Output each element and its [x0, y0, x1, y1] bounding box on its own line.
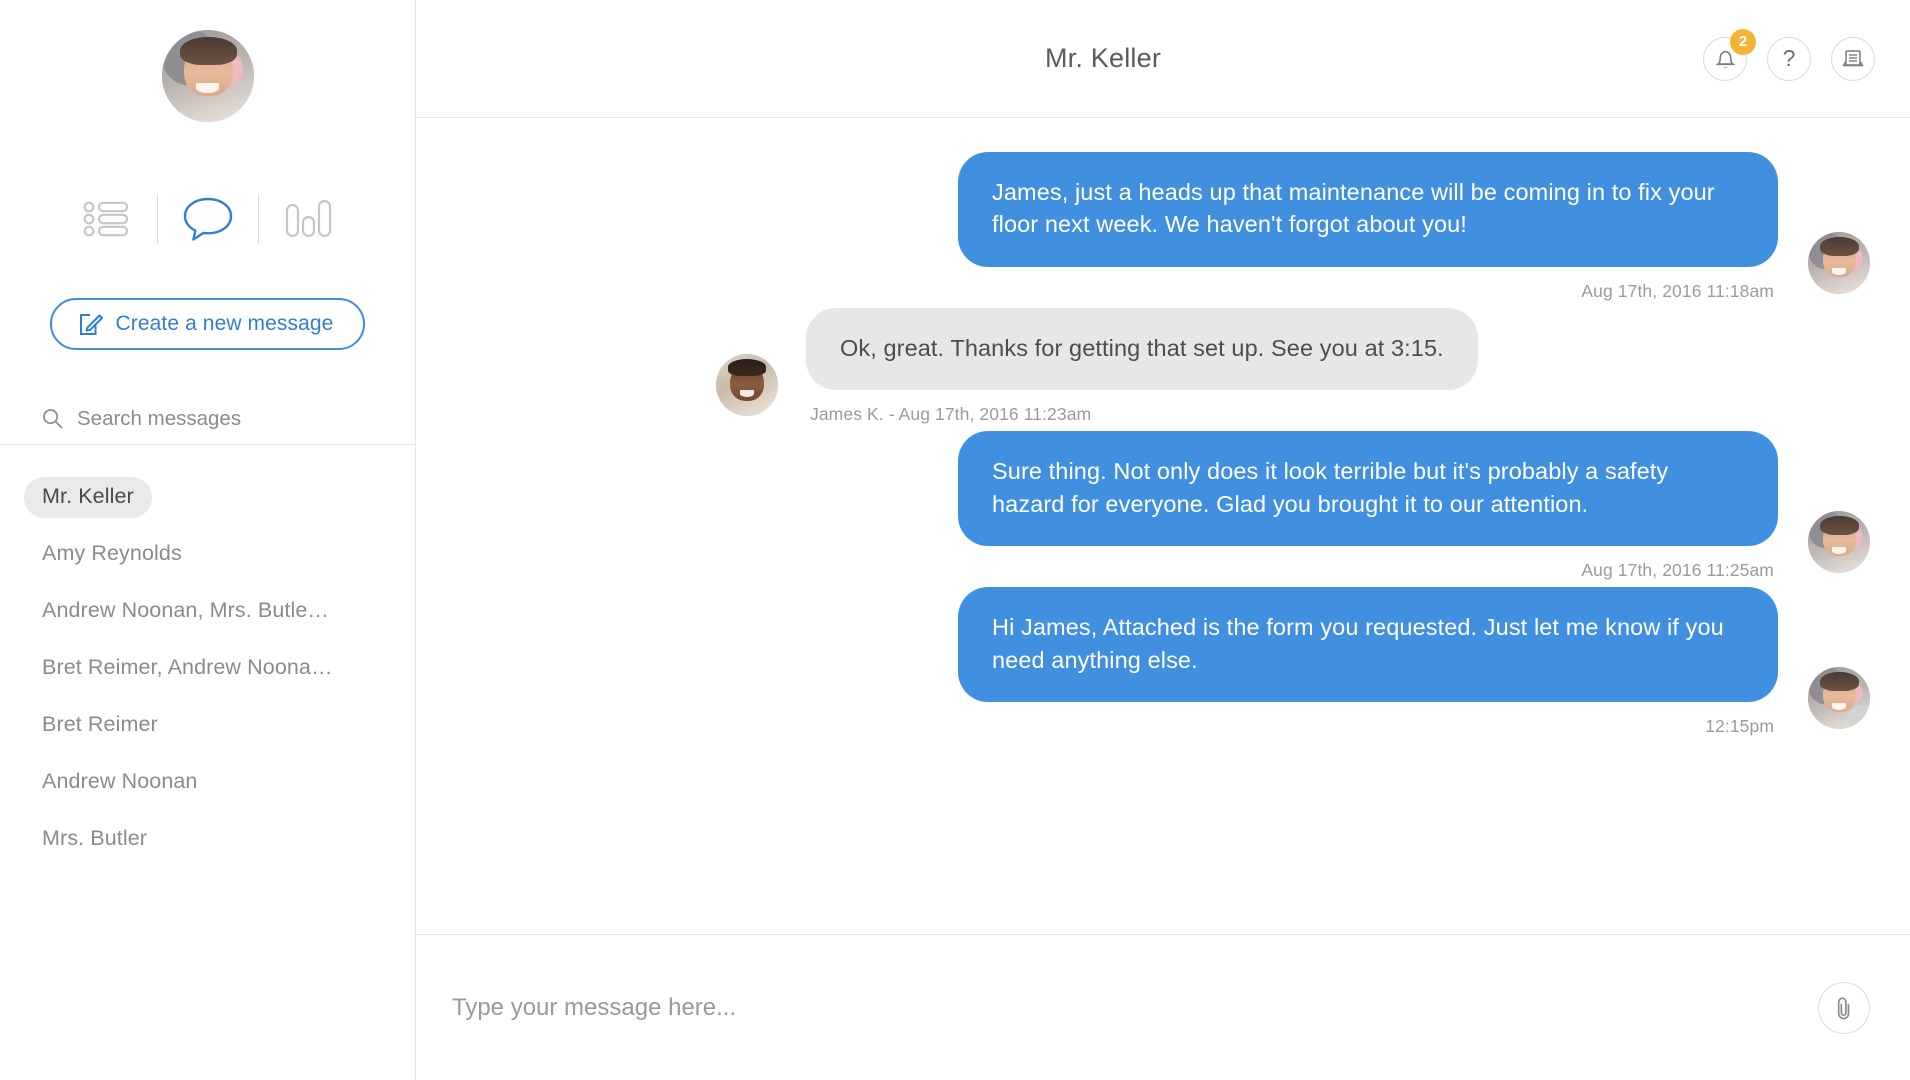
- create-new-message-label: Create a new message: [115, 312, 334, 335]
- search-messages-row[interactable]: [0, 393, 415, 445]
- list-icon: [83, 201, 128, 237]
- avatar[interactable]: [716, 353, 778, 416]
- help-button[interactable]: ?: [1767, 36, 1811, 81]
- list-item[interactable]: Andrew Noonan: [0, 754, 415, 811]
- conversation-name: Bret Reimer: [42, 712, 158, 736]
- app-root: Create a new message Mr. Keller Amy Reyn…: [0, 0, 1910, 1080]
- compose-area: Create a new message: [49, 298, 366, 350]
- message-timestamp: 12:15pm: [1705, 715, 1774, 736]
- message-block: Ok, great. Thanks for getting that set u…: [806, 307, 1478, 425]
- archive-button[interactable]: [1831, 36, 1875, 81]
- agent-photo: [1808, 511, 1870, 574]
- conversation-name: Amy Reynolds: [42, 541, 182, 565]
- message-input[interactable]: [452, 993, 1818, 1022]
- conversation-name: Andrew Noonan, Mrs. Butle…: [42, 598, 330, 622]
- message-block: James, just a heads up that maintenance …: [958, 152, 1778, 302]
- list-item[interactable]: Bret Reimer, Andrew Noona…: [0, 640, 415, 697]
- document-list-icon: [1842, 49, 1864, 66]
- message-row: James, just a heads up that maintenance …: [416, 152, 1910, 302]
- message-row: Sure thing. Not only does it look terrib…: [416, 431, 1910, 581]
- sidebar-item-list[interactable]: [57, 188, 157, 250]
- speech-bubble-icon: [183, 197, 232, 241]
- conversation-list: Mr. Keller Amy Reynolds Andrew Noonan, M…: [0, 445, 415, 868]
- message-block: Sure thing. Not only does it look terrib…: [958, 431, 1778, 581]
- agent-photo: [1808, 232, 1870, 294]
- message-composer: [416, 934, 1910, 1080]
- sidebar-nav: [0, 188, 415, 250]
- message-bubble[interactable]: James, just a heads up that maintenance …: [958, 152, 1778, 267]
- avatar[interactable]: [1808, 232, 1870, 294]
- paperclip-icon: [1837, 996, 1850, 1019]
- compose-pencil-icon: [79, 313, 103, 335]
- main-panel: Mr. Keller 2 ? James, just a heads up th…: [416, 0, 1910, 1080]
- message-bubble[interactable]: Hi James, Attached is the form you reque…: [958, 587, 1778, 702]
- message-row: Ok, great. Thanks for getting that set u…: [416, 307, 1910, 425]
- profile-photo: [161, 30, 254, 122]
- bar-chart-icon: [285, 199, 331, 238]
- list-item[interactable]: Mr. Keller: [0, 469, 415, 526]
- avatar[interactable]: [1808, 667, 1870, 730]
- message-timestamp: James K. - Aug 17th, 2016 11:23am: [810, 404, 1092, 425]
- notifications-button[interactable]: 2: [1703, 28, 1756, 81]
- search-input[interactable]: [77, 406, 377, 431]
- page-title: Mr. Keller: [1044, 43, 1162, 73]
- message-row: Hi James, Attached is the form you reque…: [416, 587, 1910, 737]
- message-timestamp: Aug 17th, 2016 11:18am: [1581, 280, 1774, 301]
- create-new-message-button[interactable]: Create a new message: [49, 298, 366, 350]
- question-mark-icon: ?: [1782, 45, 1796, 71]
- list-item[interactable]: Bret Reimer: [0, 697, 415, 754]
- conversation-header: Mr. Keller 2 ?: [416, 0, 1910, 118]
- message-status-indicator: [1848, 705, 1870, 730]
- message-block: Hi James, Attached is the form you reque…: [958, 587, 1778, 737]
- conversation-name: Mrs. Butler: [42, 826, 148, 850]
- list-item[interactable]: Andrew Noonan, Mrs. Butle…: [0, 583, 415, 640]
- message-timestamp: Aug 17th, 2016 11:25am: [1581, 560, 1774, 581]
- conversation-name: Bret Reimer, Andrew Noona…: [42, 655, 333, 679]
- conversation-name: Andrew Noonan: [42, 769, 198, 793]
- sidebar-item-reports[interactable]: [259, 188, 359, 250]
- conversation-name: Mr. Keller: [24, 477, 152, 518]
- message-bubble[interactable]: Sure thing. Not only does it look terrib…: [958, 431, 1778, 547]
- message-thread: James, just a heads up that maintenance …: [416, 118, 1910, 934]
- agent-photo-smile: [1831, 267, 1847, 275]
- sidebar-item-messages[interactable]: [158, 188, 258, 250]
- agent-photo-smile: [1831, 703, 1847, 710]
- list-item[interactable]: Mrs. Butler: [0, 811, 415, 868]
- james-photo: [716, 353, 778, 416]
- avatar[interactable]: [161, 30, 254, 122]
- bell-icon: [1715, 50, 1735, 68]
- avatar[interactable]: [1808, 511, 1870, 574]
- search-icon: [43, 409, 63, 429]
- list-item[interactable]: Amy Reynolds: [0, 526, 415, 583]
- attach-file-button[interactable]: [1818, 981, 1870, 1034]
- james-photo-smile: [739, 389, 755, 397]
- sidebar: Create a new message Mr. Keller Amy Reyn…: [0, 0, 416, 1080]
- notification-badge: 2: [1730, 28, 1756, 55]
- message-bubble[interactable]: Ok, great. Thanks for getting that set u…: [806, 307, 1478, 391]
- header-actions: 2 ?: [1703, 28, 1875, 81]
